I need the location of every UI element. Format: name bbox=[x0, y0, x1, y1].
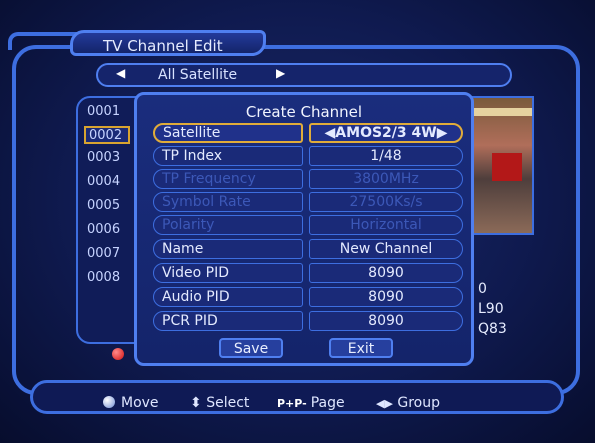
hint-label: Page bbox=[310, 395, 345, 411]
field-value[interactable]: 8090 bbox=[309, 287, 463, 307]
list-item[interactable]: 0005 bbox=[84, 198, 130, 216]
hint-select: ⬍ Select bbox=[190, 395, 249, 411]
hint-move: Move bbox=[103, 395, 159, 411]
field-label: Symbol Rate bbox=[153, 192, 303, 212]
hint-label: Group bbox=[397, 395, 440, 411]
field-value: 3800MHz bbox=[309, 169, 463, 189]
hint-label: Select bbox=[206, 395, 250, 411]
left-arrow-icon[interactable]: ◀ bbox=[116, 66, 125, 80]
red-key-icon bbox=[112, 348, 124, 360]
list-item[interactable]: 0003 bbox=[84, 150, 130, 168]
hint-group: ◀▶ Group bbox=[376, 395, 440, 411]
field-label: Name bbox=[153, 239, 303, 259]
list-item[interactable]: 0007 bbox=[84, 246, 130, 264]
field-label: TP Index bbox=[153, 146, 303, 166]
field-label: Audio PID bbox=[153, 287, 303, 307]
field-label: PCR PID bbox=[153, 311, 303, 331]
list-item[interactable]: 0008 bbox=[84, 270, 130, 288]
page-key-label: P+P- bbox=[277, 397, 307, 410]
satellite-selector[interactable]: ◀ All Satellite ▶ bbox=[96, 63, 512, 87]
field-value[interactable]: 1/48 bbox=[309, 146, 463, 166]
screen: TV Channel Edit ◀ All Satellite ▶ 0001 0… bbox=[0, 0, 595, 443]
field-value[interactable]: 8090 bbox=[309, 263, 463, 283]
left-right-icon: ◀▶ bbox=[376, 397, 393, 410]
exit-button[interactable]: Exit bbox=[329, 338, 393, 358]
channel-list[interactable]: 0001 0002 0003 0004 0005 0006 0007 0008 bbox=[76, 96, 138, 344]
preview-info-line: L90 bbox=[478, 301, 504, 317]
preview-info-line: 0 bbox=[478, 281, 487, 297]
field-satellite[interactable]: Satellite ◀AMOS2/3 4W▶ bbox=[153, 123, 463, 143]
field-audio-pid[interactable]: Audio PID 8090 bbox=[153, 287, 463, 307]
create-channel-dialog: Create Channel Satellite ◀AMOS2/3 4W▶ TP… bbox=[134, 92, 474, 366]
preview-info-line: Q83 bbox=[478, 321, 507, 337]
field-video-pid[interactable]: Video PID 8090 bbox=[153, 263, 463, 283]
field-value: Horizontal bbox=[309, 215, 463, 235]
ok-key-icon bbox=[103, 396, 115, 408]
dialog-title: Create Channel bbox=[245, 103, 363, 121]
field-name[interactable]: Name New Channel bbox=[153, 239, 463, 259]
list-item[interactable]: 0004 bbox=[84, 174, 130, 192]
field-label: Satellite bbox=[153, 123, 303, 143]
field-value: AMOS2/3 4W bbox=[335, 125, 437, 141]
field-label: TP Frequency bbox=[153, 169, 303, 189]
window-title: TV Channel Edit bbox=[70, 30, 266, 56]
field-value[interactable]: 8090 bbox=[309, 311, 463, 331]
field-label: Polarity bbox=[153, 215, 303, 235]
field-value[interactable]: New Channel bbox=[309, 239, 463, 259]
field-tp-index[interactable]: TP Index 1/48 bbox=[153, 146, 463, 166]
field-symbol-rate: Symbol Rate 27500Ks/s bbox=[153, 192, 463, 212]
video-preview bbox=[470, 96, 534, 235]
field-value: 27500Ks/s bbox=[309, 192, 463, 212]
right-arrow-icon[interactable]: ▶ bbox=[276, 66, 285, 80]
field-label: Video PID bbox=[153, 263, 303, 283]
save-button[interactable]: Save bbox=[219, 338, 283, 358]
field-pcr-pid[interactable]: PCR PID 8090 bbox=[153, 311, 463, 331]
list-item-selected[interactable]: 0002 bbox=[84, 126, 130, 144]
field-polarity: Polarity Horizontal bbox=[153, 215, 463, 235]
right-arrow-icon[interactable]: ▶ bbox=[437, 125, 448, 141]
hint-label: Move bbox=[121, 395, 159, 411]
list-item[interactable]: 0006 bbox=[84, 222, 130, 240]
left-arrow-icon[interactable]: ◀ bbox=[325, 125, 336, 141]
satellite-value[interactable]: ◀AMOS2/3 4W▶ bbox=[309, 123, 463, 143]
hint-page: P+P- Page bbox=[277, 395, 345, 411]
field-tp-frequency: TP Frequency 3800MHz bbox=[153, 169, 463, 189]
satellite-selector-label: All Satellite bbox=[158, 67, 238, 83]
up-down-icon: ⬍ bbox=[190, 395, 202, 411]
list-item[interactable]: 0001 bbox=[84, 104, 130, 122]
